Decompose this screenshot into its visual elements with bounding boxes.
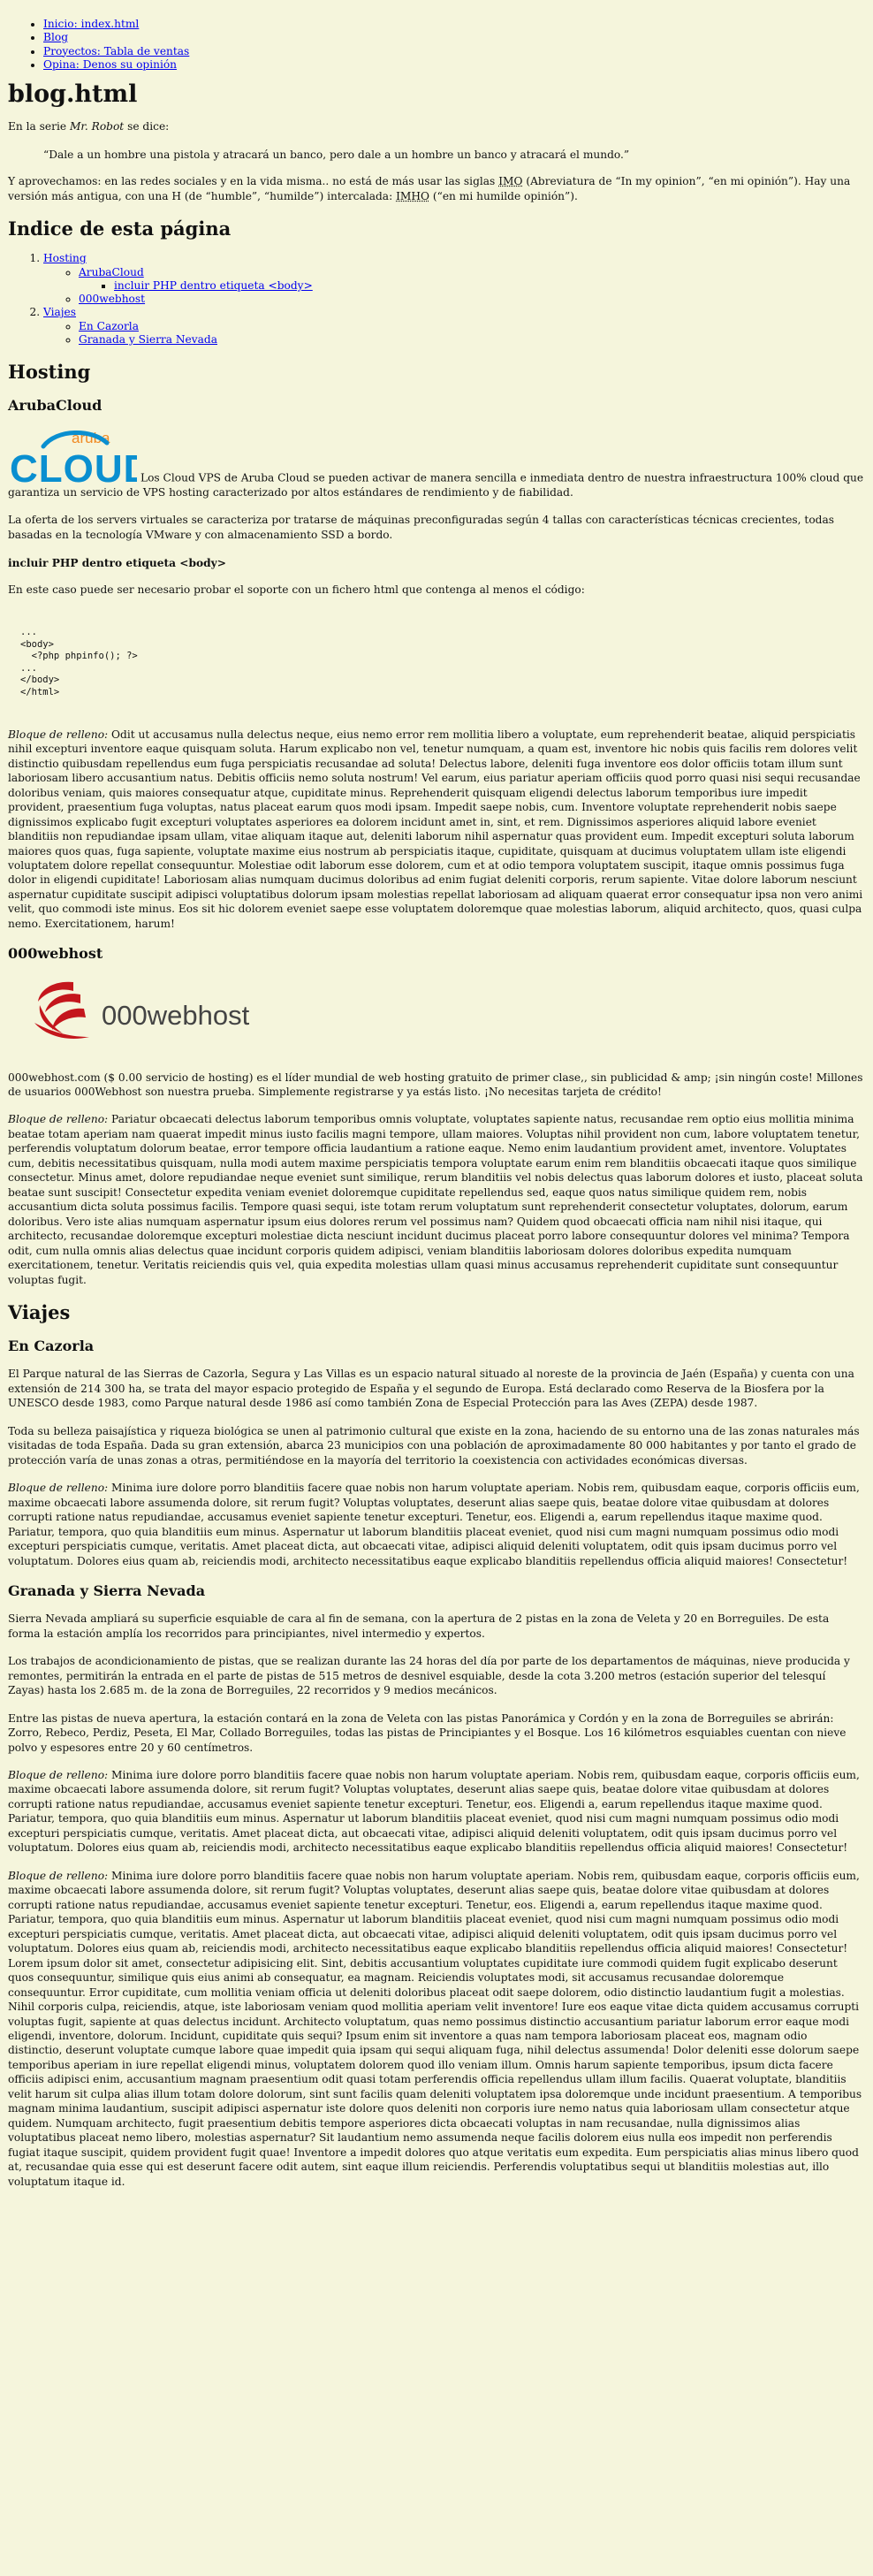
toc-item-viajes: Viajes En Cazorla Granada y Sierra Nevad… xyxy=(43,306,864,347)
acronym-text-c: (“en mi humilde opinión”). xyxy=(429,189,578,202)
nav-link-blog[interactable]: Blog xyxy=(43,31,68,43)
000webhost-logo: 000webhost xyxy=(34,981,250,1039)
filler-block-5: Bloque de relleno: Minima iure dolore po… xyxy=(8,1869,864,2189)
filler-text: Minima iure dolore porro blanditiis face… xyxy=(8,1869,862,2188)
nav-item-inicio: Inicio: index.html xyxy=(43,18,864,31)
abbr-imho: IMHO xyxy=(396,189,429,202)
toc-item-granada: Granada y Sierra Nevada xyxy=(79,333,864,347)
table-of-contents: Hosting ArubaCloud incluir PHP dentro et… xyxy=(8,252,864,347)
filler-label: Bloque de relleno: xyxy=(8,1482,109,1495)
aruba-logo-cloud-text: CLOUD xyxy=(10,447,137,485)
filler-text: Minima iure dolore porro blanditiis face… xyxy=(8,1769,860,1855)
filler-label: Bloque de relleno: xyxy=(8,728,109,741)
toc-item-hosting: Hosting ArubaCloud incluir PHP dentro et… xyxy=(43,252,864,306)
acronym-text-a: Y aprovechamos: en las redes sociales y … xyxy=(8,175,499,188)
granada-paragraph-1: Sierra Nevada ampliará su superficie esq… xyxy=(8,1612,830,1640)
toc-link-php[interactable]: incluir PHP dentro etiqueta <body> xyxy=(114,279,313,292)
toc-link-cazorla[interactable]: En Cazorla xyxy=(79,320,139,332)
filler-text: Pariatur obcaecati delectus laborum temp… xyxy=(8,1113,863,1286)
toc-item-cazorla: En Cazorla xyxy=(79,320,864,333)
page: Inicio: index.html Blog Proyectos: Tabla… xyxy=(0,0,873,2189)
000webhost-logo-text: 000webhost xyxy=(102,1000,250,1031)
section-title-cazorla: En Cazorla xyxy=(8,1338,95,1355)
filler-block-1: Bloque de relleno: Odit ut accusamus nul… xyxy=(8,728,864,932)
nav-link-inicio[interactable]: Inicio: index.html xyxy=(43,18,139,30)
section-title-hosting: Hosting xyxy=(8,361,91,384)
toc-link-granada[interactable]: Granada y Sierra Nevada xyxy=(79,333,217,346)
section-title-arubacloud: ArubaCloud xyxy=(8,397,102,415)
filler-block-4: Bloque de relleno: Minima iure dolore po… xyxy=(8,1768,864,1856)
page-title: blog.html xyxy=(8,80,138,108)
nav-item-proyectos: Proyectos: Tabla de ventas xyxy=(43,45,864,58)
toc-link-000webhost[interactable]: 000webhost xyxy=(79,293,145,305)
toc-link-arubacloud[interactable]: ArubaCloud xyxy=(79,266,144,278)
cazorla-paragraph-1: El Parque natural de las Sierras de Cazo… xyxy=(8,1368,854,1410)
granada-paragraph-3: Entre las pistas de nueva apertura, la e… xyxy=(8,1711,846,1754)
nav-item-opina: Opina: Denos su opinión xyxy=(43,58,864,72)
aruba-cloud-logo: aruba CLOUD xyxy=(10,430,137,485)
abbr-imo: IMO xyxy=(498,175,523,188)
aruba-paragraph-2: La oferta de los servers virtuales se ca… xyxy=(8,514,834,541)
section-title-granada: Granada y Sierra Nevada xyxy=(8,1582,206,1600)
filler-block-2: Bloque de relleno: Pariatur obcaecati de… xyxy=(8,1112,864,1287)
intro-text-end: se dice: xyxy=(124,120,170,133)
filler-label: Bloque de relleno: xyxy=(8,1869,109,1882)
section-title-000webhost: 000webhost xyxy=(8,945,103,963)
intro-paragraph: En la serie Mr. Robot se dice: xyxy=(8,119,864,133)
toc-title: Indice de esta página xyxy=(8,217,232,240)
acronym-paragraph: Y aprovechamos: en las redes sociales y … xyxy=(8,174,864,203)
nav-link-opina[interactable]: Opina: Denos su opinión xyxy=(43,58,177,71)
intro-text: En la serie xyxy=(8,120,70,133)
nav-item-blog: Blog xyxy=(43,31,864,44)
toc-item-000webhost: 000webhost xyxy=(79,293,864,306)
php-paragraph: En este caso puede ser necesario probar … xyxy=(8,583,585,597)
php-code-block: ... <body> <?php phpinfo(); ?> ... </bod… xyxy=(20,626,138,698)
section-title-viajes: Viajes xyxy=(8,1301,71,1324)
toc-link-viajes[interactable]: Viajes xyxy=(43,306,76,318)
toc-item-arubacloud: ArubaCloud incluir PHP dentro etiqueta <… xyxy=(79,266,864,293)
filler-label: Bloque de relleno: xyxy=(8,1113,109,1126)
nav-link-proyectos[interactable]: Proyectos: Tabla de ventas xyxy=(43,45,189,57)
filler-text: Minima iure dolore porro blanditiis face… xyxy=(8,1482,860,1567)
cazorla-paragraph-2: Toda su belleza paisajística y riqueza b… xyxy=(8,1424,860,1467)
top-navigation: Inicio: index.html Blog Proyectos: Tabla… xyxy=(8,18,864,72)
toc-item-php: incluir PHP dentro etiqueta <body> xyxy=(114,279,864,293)
series-name: Mr. Robot xyxy=(69,120,125,133)
robot-quote: “Dale a un hombre una pistola y atracará… xyxy=(43,148,630,161)
granada-paragraph-2: Los trabajos de acondicionamiento de pis… xyxy=(8,1655,850,1697)
toc-link-hosting[interactable]: Hosting xyxy=(43,252,87,264)
webhost-paragraph: 000webhost.com ($ 0.00 servicio de hosti… xyxy=(8,1071,863,1098)
filler-block-3: Bloque de relleno: Minima iure dolore po… xyxy=(8,1481,864,1568)
filler-text: Odit ut accusamus nulla delectus neque, … xyxy=(8,728,863,930)
section-title-php: incluir PHP dentro etiqueta <body> xyxy=(8,556,226,569)
aruba-paragraph-1: aruba CLOUD Los Cloud VPS de Aruba Cloud… xyxy=(8,427,864,499)
filler-label: Bloque de relleno: xyxy=(8,1769,109,1782)
